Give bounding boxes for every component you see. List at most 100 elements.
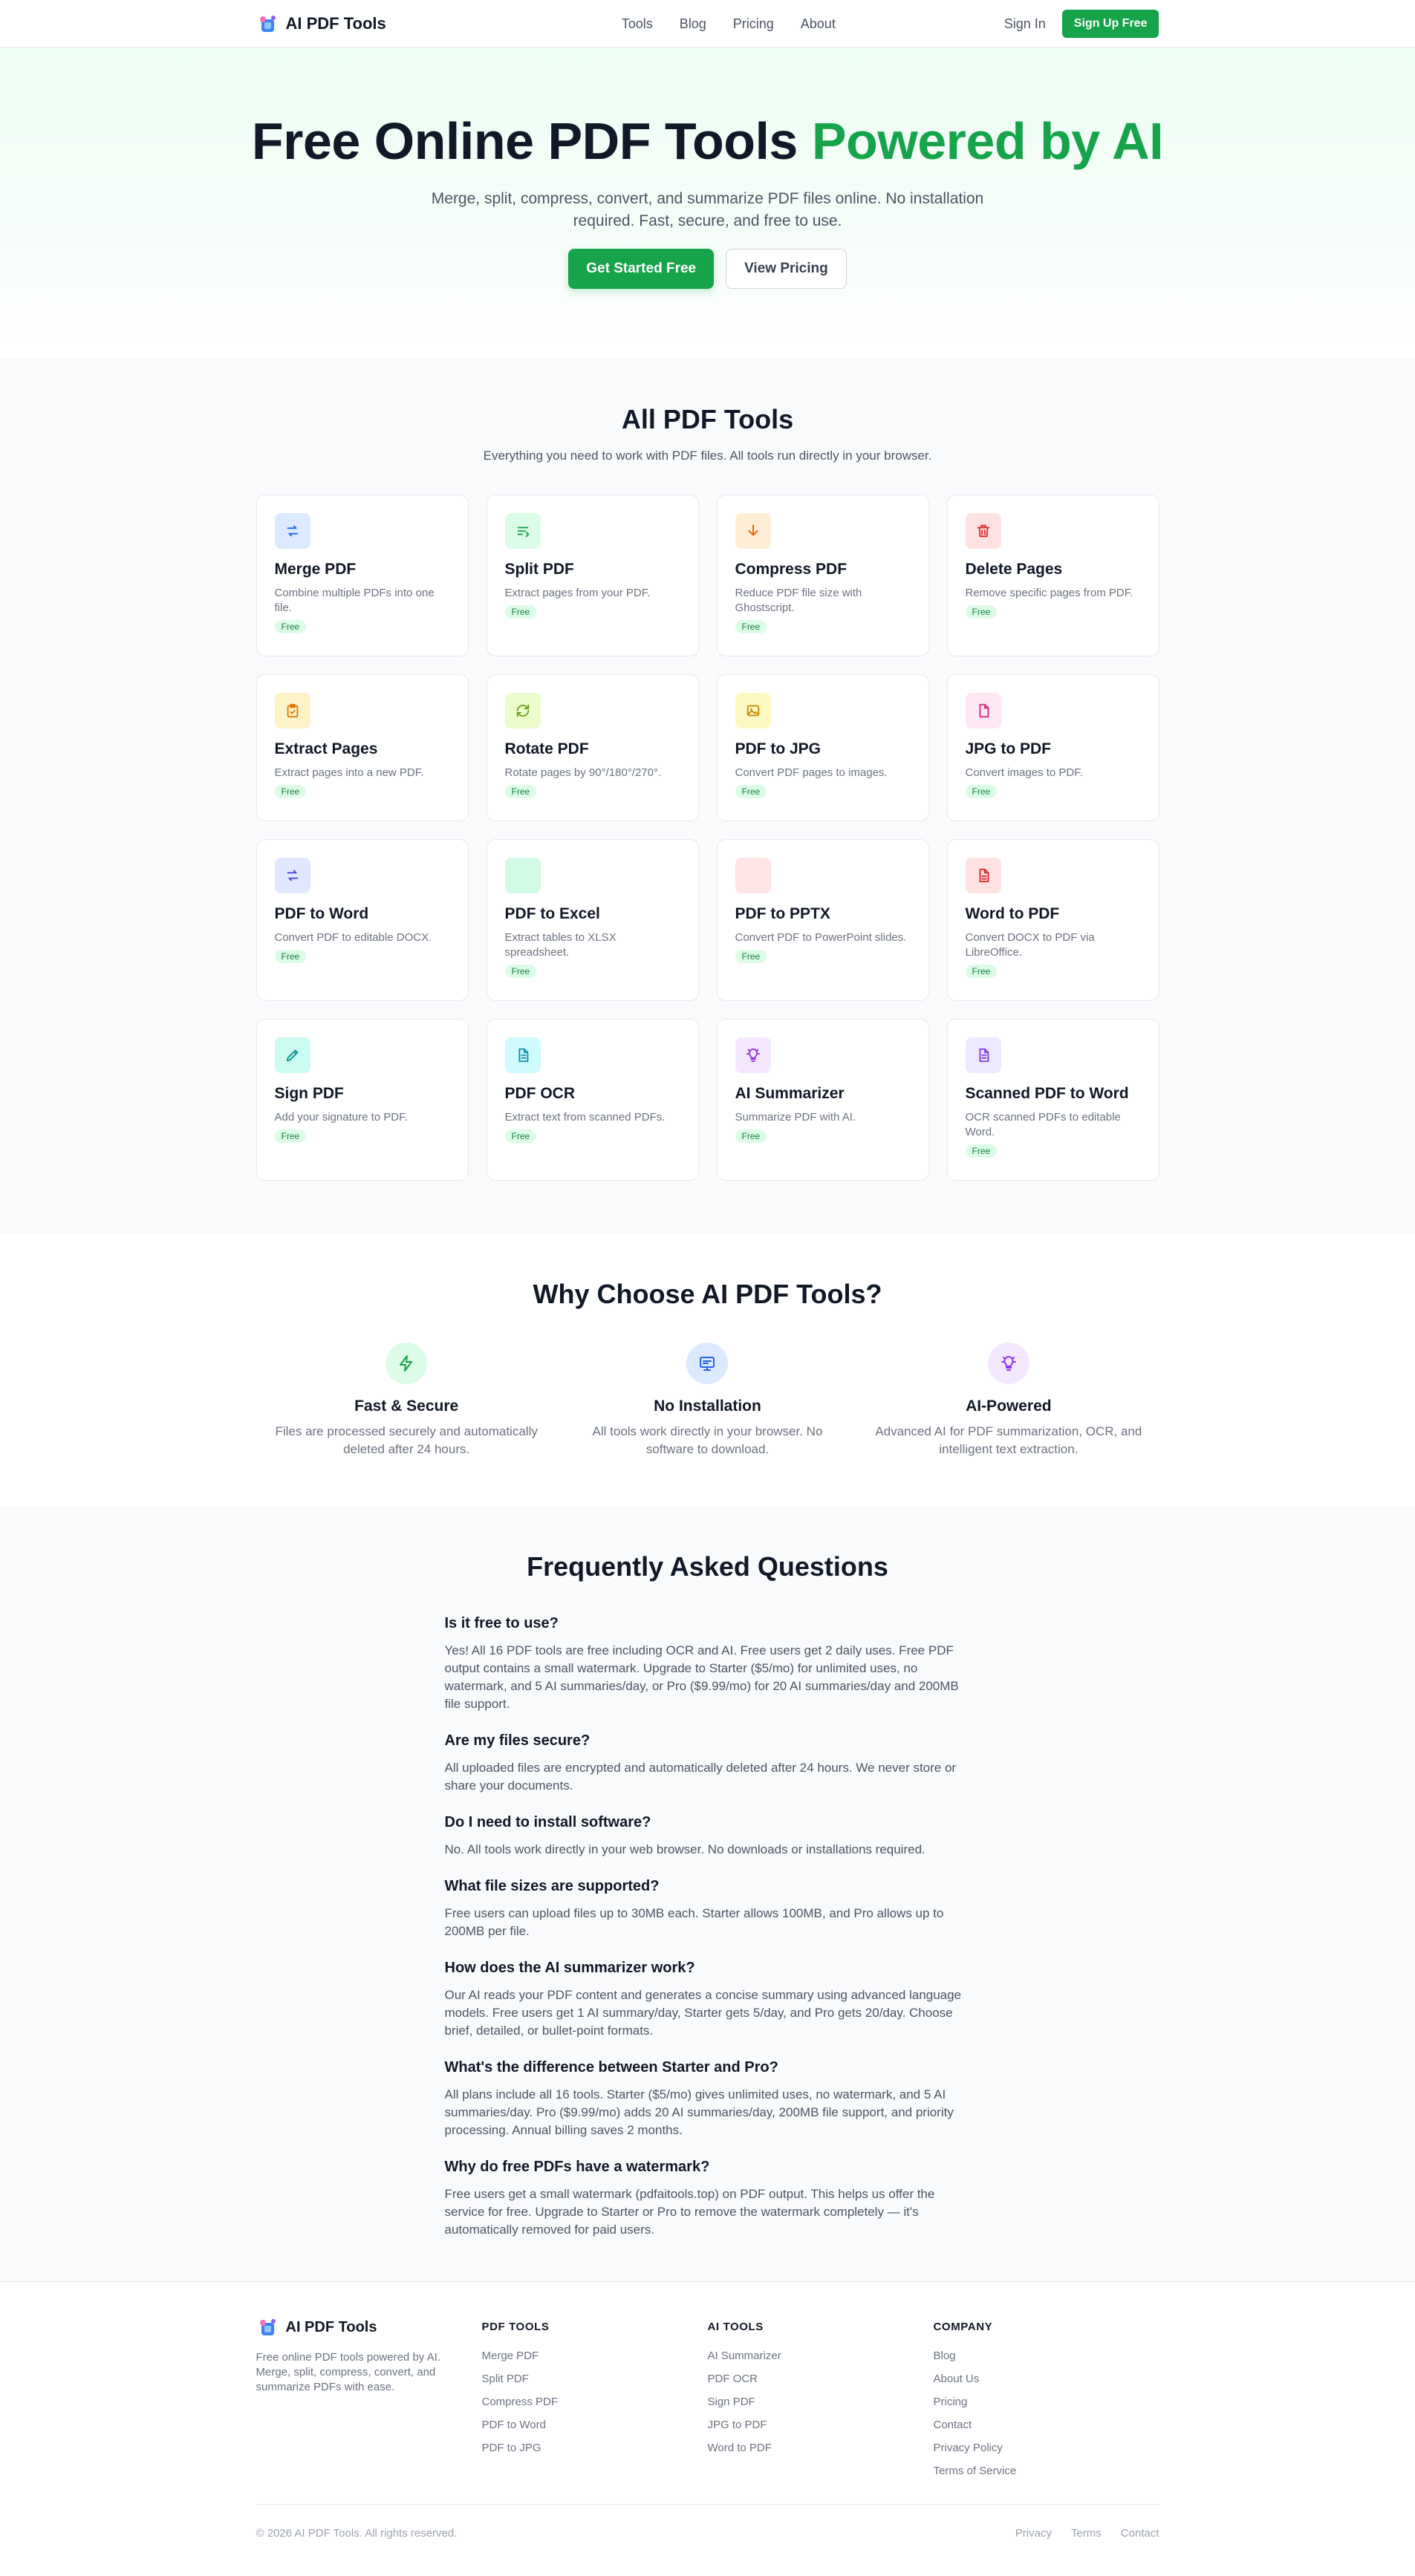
footer-link-privacy-policy[interactable]: Privacy Policy (934, 2442, 1159, 2454)
feature-fast-secure: Fast & Secure Files are processed securel… (256, 1343, 557, 1458)
nav-link-blog[interactable]: Blog (680, 16, 706, 32)
hero-title-accent: Powered by AI (811, 112, 1164, 170)
footer-link-pricing[interactable]: Pricing (934, 2396, 1159, 2408)
top-nav: AI PDF Tools Tools Blog Pricing About Si… (0, 0, 1415, 48)
footer-link-pdf-to-jpg[interactable]: PDF to JPG (482, 2442, 708, 2454)
faq-question: What's the difference between Starter an… (444, 2059, 778, 2076)
tool-card-extract-pages[interactable]: Extract Pages Extract pages into a new PD… (256, 674, 469, 821)
tool-name: JPG to PDF (965, 740, 1052, 757)
faq-section: Frequently Asked Questions Is it free to… (0, 1507, 1415, 2281)
hero-section: Free Online PDF Tools Powered by AI Merg… (0, 48, 1415, 358)
view-pricing-button[interactable]: View Pricing (726, 249, 847, 289)
faq-question: How does the AI summarizer work? (444, 1960, 695, 1976)
footer-link-jpg-to-pdf[interactable]: JPG to PDF (708, 2419, 934, 2431)
footer-bottom-links: Privacy Terms Contact (1015, 2527, 1159, 2540)
footer-grid: AI PDF Tools Free online PDF tools power… (256, 2316, 1159, 2488)
faq-answer: All uploaded files are encrypted and aut… (444, 1761, 957, 1793)
faq-item: How does the AI summarizer work? Our AI r… (445, 1960, 971, 2040)
footer-link-compress-pdf[interactable]: Compress PDF (482, 2396, 708, 2408)
footer-about: Free online PDF tools powered by AI. Mer… (256, 2351, 440, 2393)
sign-up-button[interactable]: Sign Up Free (1061, 10, 1159, 38)
faq-answer: No. All tools work directly in your web … (444, 1842, 926, 1856)
tool-name: PDF to Word (274, 905, 369, 922)
footer-terms-link[interactable]: Terms (1071, 2527, 1102, 2540)
nav-link-pricing[interactable]: Pricing (733, 16, 774, 32)
brand-name: AI PDF Tools (285, 14, 386, 33)
tool-card-pdf-to-word[interactable]: PDF to Word Convert PDF to editable DOCX.… (256, 839, 469, 1001)
footer-link-blog[interactable]: Blog (934, 2350, 1159, 2362)
footer-link-merge-pdf[interactable]: Merge PDF (482, 2350, 708, 2362)
footer-link-split-pdf[interactable]: Split PDF (482, 2373, 708, 2385)
get-started-button[interactable]: Get Started Free (568, 249, 715, 289)
footer-link-ai-summarizer[interactable]: AI Summarizer (708, 2350, 934, 2362)
tool-card-rotate-pdf[interactable]: Rotate PDF Rotate pages by 90°/180°/270°.… (486, 674, 699, 821)
tool-description: Convert PDF to editable DOCX. (274, 931, 432, 944)
free-badge: Free (274, 1129, 307, 1143)
tool-card-pdf-to-jpg[interactable]: PDF to JPG Convert PDF pages to images. Fr… (716, 674, 929, 821)
footer-link-pdf-ocr[interactable]: PDF OCR (708, 2373, 934, 2385)
tool-description: Combine multiple PDFs into one file. (274, 587, 435, 614)
faq-answer: All plans include all 16 tools. Starter … (444, 2087, 954, 2137)
nav-links: Tools Blog Pricing About (622, 16, 836, 32)
nav-link-tools[interactable]: Tools (622, 16, 653, 32)
tool-card-merge-pdf[interactable]: Merge PDF Combine multiple PDFs into one … (256, 495, 469, 656)
footer-brand-name: AI PDF Tools (285, 2318, 377, 2335)
tool-card-pdf-to-excel[interactable]: PDF to Excel Extract tables to XLSX sprea… (486, 839, 699, 1001)
convert-icon (274, 858, 310, 893)
free-badge: Free (965, 965, 998, 978)
footer-links: Merge PDF Split PDF Compress PDF PDF to Wor… (482, 2350, 708, 2454)
faq-question: Do I need to install software? (444, 1814, 651, 1830)
tool-card-jpg-to-pdf[interactable]: JPG to PDF Convert images to PDF. Free (946, 674, 1159, 821)
tool-name: Sign PDF (274, 1085, 344, 1102)
tool-card-ai-summarizer[interactable]: AI Summarizer Summarize PDF with AI. Free (716, 1019, 929, 1181)
footer-link-word-to-pdf[interactable]: Word to PDF (708, 2442, 934, 2454)
tool-card-compress-pdf[interactable]: Compress PDF Reduce PDF file size with Gh… (716, 495, 929, 656)
tool-card-pdf-to-pptx[interactable]: PDF to PPTX Convert PDF to PowerPoint sli… (716, 839, 929, 1001)
feature-description: Advanced AI for PDF summarization, OCR, … (875, 1424, 1142, 1456)
tool-name: Word to PDF (965, 905, 1060, 922)
hero-buttons: Get Started Free View Pricing (0, 249, 1415, 289)
footer-brand[interactable]: AI PDF Tools (256, 2316, 482, 2338)
faq-answer: Yes! All 16 PDF tools are free including… (444, 1643, 959, 1711)
faq-title: Frequently Asked Questions (527, 1551, 888, 1582)
tool-card-split-pdf[interactable]: Split PDF Extract pages from your PDF. Fre… (486, 495, 699, 656)
footer-link-pdf-to-word[interactable]: PDF to Word (482, 2419, 708, 2431)
nav-link-about[interactable]: About (801, 16, 836, 32)
free-badge: Free (735, 1129, 767, 1143)
tool-card-delete-pages[interactable]: Delete Pages Remove specific pages from P… (946, 495, 1159, 656)
tool-card-pdf-ocr[interactable]: PDF OCR Extract text from scanned PDFs. Fr… (486, 1019, 699, 1181)
footer-link-terms-of-service[interactable]: Terms of Service (934, 2465, 1159, 2477)
footer: AI PDF Tools Free online PDF tools power… (0, 2281, 1415, 2557)
feature-title: AI-Powered (966, 1398, 1052, 1415)
free-badge: Free (735, 620, 767, 633)
tool-description: Extract text from scanned PDFs. (504, 1111, 666, 1124)
rotate-icon (504, 693, 541, 728)
tool-card-sign-pdf[interactable]: Sign PDF Add your signature to PDF. Free (256, 1019, 469, 1181)
tool-card-word-to-pdf[interactable]: Word to PDF Convert DOCX to PDF via Libre… (946, 839, 1159, 1001)
free-badge: Free (735, 950, 767, 963)
faq-question: Are my files secure? (444, 1732, 591, 1749)
footer-privacy-link[interactable]: Privacy (1015, 2527, 1052, 2540)
footer-contact-link[interactable]: Contact (1121, 2527, 1159, 2540)
footer-col-ai-tools: AI TOOLS AI Summarizer PDF OCR Sign PDF JPG … (708, 2316, 934, 2488)
sign-in-link[interactable]: Sign In (1004, 16, 1046, 32)
hero-title-main: Free Online PDF Tools (251, 112, 798, 170)
tool-card-scanned-pdf-to-word[interactable]: Scanned PDF to Word OCR scanned PDFs to e… (946, 1019, 1159, 1181)
document-icon (965, 858, 1001, 893)
faq-answer: Free users get a small watermark (pdfait… (444, 2187, 935, 2237)
footer-column-title: AI TOOLS (707, 2321, 764, 2333)
free-badge: Free (504, 785, 537, 798)
tool-name: Extract Pages (274, 740, 378, 757)
brand-logo[interactable]: AI PDF Tools (256, 13, 386, 35)
tool-name: Split PDF (504, 561, 574, 578)
why-title: Why Choose AI PDF Tools? (533, 1279, 882, 1309)
footer-link-about-us[interactable]: About Us (934, 2373, 1159, 2385)
split-icon (504, 513, 541, 549)
footer-link-contact[interactable]: Contact (934, 2419, 1159, 2431)
tool-description: Remove specific pages from PDF. (965, 587, 1133, 599)
tool-name: PDF to JPG (735, 740, 822, 757)
tool-description: Summarize PDF with AI. (735, 1111, 856, 1124)
tool-name: Rotate PDF (504, 740, 589, 757)
free-badge: Free (504, 965, 537, 978)
footer-link-sign-pdf[interactable]: Sign PDF (708, 2396, 934, 2408)
